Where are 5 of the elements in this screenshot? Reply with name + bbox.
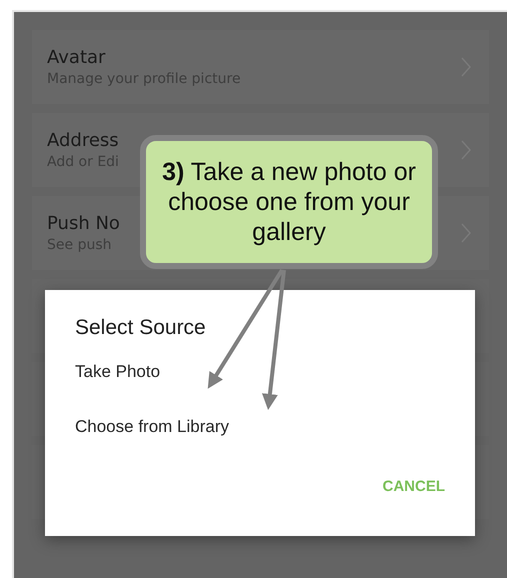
row-title: Push No [47, 213, 120, 234]
callout-text: 3) Take a new photo or choose one from your gallery [161, 157, 417, 247]
row-title: Avatar [47, 47, 106, 68]
row-title: Address [47, 130, 119, 151]
dialog-title: Select Source [75, 316, 207, 340]
